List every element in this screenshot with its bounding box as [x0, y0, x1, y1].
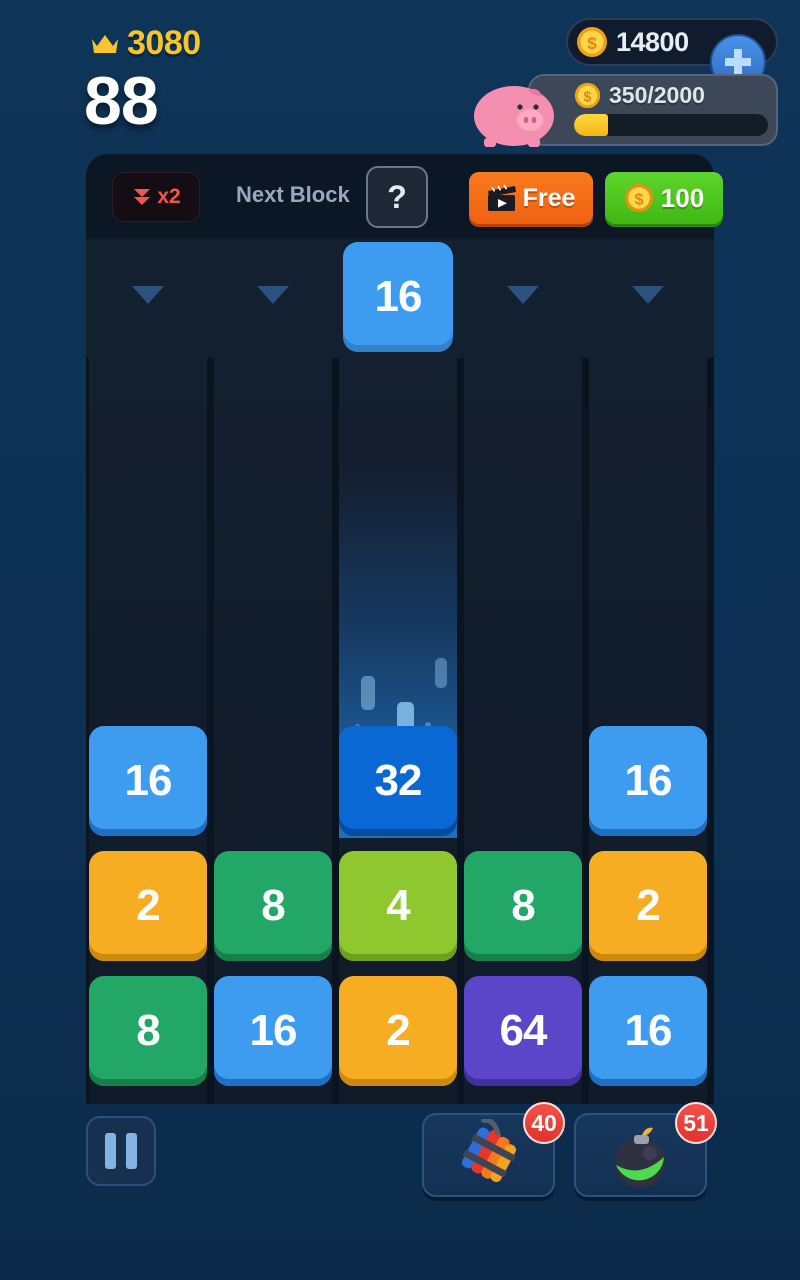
coin-balance-bar: $ 14800: [566, 18, 778, 90]
launcher-row: 16: [86, 240, 714, 358]
svg-text:$: $: [634, 192, 643, 209]
level-value: 88: [84, 63, 159, 139]
chevron-down-icon[interactable]: [506, 284, 540, 306]
top-hud: 3080 88 $ 14800 $ 350/2000: [0, 0, 800, 152]
board-block[interactable]: 2: [89, 851, 207, 961]
crown-icon: [90, 33, 120, 55]
piggy-progress-fill: [574, 114, 608, 136]
chevron-down-icon[interactable]: [631, 284, 665, 306]
high-score-display: 3080: [90, 24, 201, 63]
coin-icon: $: [576, 26, 608, 58]
svg-text:$: $: [584, 89, 592, 105]
game-topbar: x2 Next Block ? Free $ 100: [86, 154, 723, 240]
high-score-value: 3080: [127, 24, 201, 62]
trail-particle: [435, 658, 447, 688]
pause-icon: [125, 1132, 138, 1170]
coin-icon: $: [624, 183, 654, 213]
multiplier-label: x2: [157, 185, 181, 208]
board-block[interactable]: 8: [464, 851, 582, 961]
powerup-count-badge: 51: [675, 1102, 717, 1144]
powerup-count-badge: 40: [523, 1102, 565, 1144]
board-block[interactable]: 8: [214, 851, 332, 961]
board-block[interactable]: 16: [589, 976, 707, 1086]
dynamite-icon: [450, 1117, 528, 1191]
board-block[interactable]: 16: [89, 726, 207, 836]
game-screen: 3080 88 $ 14800 $ 350/2000 x2 Next Block…: [0, 0, 800, 1280]
piggy-progress-row: $ 350/2000: [574, 82, 705, 109]
bottom-bar: 40 51: [0, 1102, 800, 1280]
multiplier-chip[interactable]: x2: [112, 172, 200, 222]
pause-icon: [104, 1132, 117, 1170]
buy-block-button[interactable]: $ 100: [605, 172, 723, 224]
free-reward-button[interactable]: Free: [469, 172, 593, 224]
next-block-label: Next Block: [236, 182, 350, 207]
bomb-icon: [602, 1119, 680, 1191]
double-chevron-down-icon: [131, 186, 153, 208]
coin-balance-value: 14800: [616, 26, 689, 57]
launcher-active-block[interactable]: 16: [343, 242, 453, 352]
board-block[interactable]: 16: [589, 726, 707, 836]
video-clapperboard-icon: [487, 184, 517, 212]
playfield: 16 32 16 2 8 4 8 2 8 16 2 64 16: [86, 358, 714, 1104]
buy-block-cost: 100: [660, 182, 705, 213]
board-block[interactable]: 8: [89, 976, 207, 1086]
trail-particle: [361, 676, 375, 710]
board-block[interactable]: 4: [339, 851, 457, 961]
powerup-dynamite-button[interactable]: 40: [422, 1102, 565, 1197]
chevron-down-icon[interactable]: [256, 284, 290, 306]
board-block[interactable]: 2: [589, 851, 707, 961]
piggy-bank-panel[interactable]: $ 350/2000: [474, 74, 778, 147]
piggy-bank-icon: [470, 82, 562, 148]
board-block[interactable]: 2: [339, 976, 457, 1086]
board-block[interactable]: 64: [464, 976, 582, 1086]
pause-button[interactable]: [86, 1116, 156, 1186]
piggy-progress-text: 350/2000: [609, 82, 705, 108]
board-block[interactable]: 32: [339, 726, 457, 836]
piggy-progress-track: [574, 114, 768, 136]
svg-text:$: $: [587, 34, 597, 53]
chevron-down-icon[interactable]: [131, 284, 165, 306]
powerup-bomb-button[interactable]: 51: [574, 1102, 717, 1197]
free-reward-label: Free: [522, 183, 576, 212]
game-panel: x2 Next Block ? Free $ 100 16 16 32 16 2…: [86, 154, 723, 1104]
next-block-value[interactable]: ?: [366, 166, 428, 228]
board-block[interactable]: 16: [214, 976, 332, 1086]
coin-icon: $: [574, 82, 601, 109]
